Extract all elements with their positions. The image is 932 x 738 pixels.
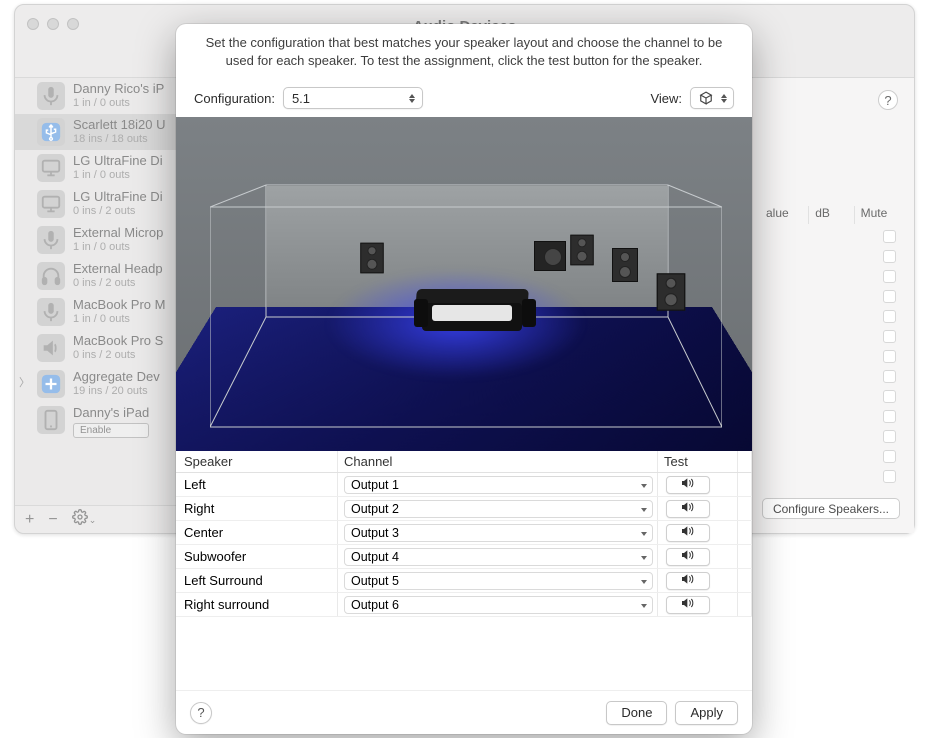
sound-icon [680, 597, 696, 612]
channel-value: Output 6 [351, 598, 399, 612]
speaker-name: Right surround [176, 593, 338, 616]
column-test: Test [658, 451, 738, 472]
speaker-layout-3d-view[interactable] [176, 117, 752, 451]
sound-icon [680, 501, 696, 516]
table-row: Right surround Output 6 [176, 593, 752, 617]
speaker-name: Subwoofer [176, 545, 338, 568]
channel-value: Output 1 [351, 478, 399, 492]
test-speaker-button[interactable] [666, 572, 710, 590]
configuration-label: Configuration: [194, 91, 275, 106]
view-select[interactable] [690, 87, 734, 109]
speaker-name: Left Surround [176, 569, 338, 592]
test-speaker-button[interactable] [666, 524, 710, 542]
table-row: Subwoofer Output 4 [176, 545, 752, 569]
channel-select[interactable]: Output 1 [344, 476, 653, 494]
subwoofer[interactable] [534, 241, 566, 271]
cube-icon [699, 91, 713, 105]
channel-select[interactable]: Output 4 [344, 548, 653, 566]
chevron-updown-icon [405, 90, 420, 106]
sheet-help-button[interactable]: ? [190, 702, 212, 724]
test-speaker-button[interactable] [666, 500, 710, 518]
test-speaker-button[interactable] [666, 548, 710, 566]
speaker-right-front[interactable] [612, 248, 638, 282]
channel-value: Output 2 [351, 502, 399, 516]
speaker-left-front[interactable] [360, 243, 383, 274]
configuration-value: 5.1 [292, 91, 310, 106]
channel-value: Output 3 [351, 526, 399, 540]
table-row: Left Surround Output 5 [176, 569, 752, 593]
view-label: View: [650, 91, 682, 106]
channel-select[interactable]: Output 2 [344, 500, 653, 518]
speaker-name: Left [176, 473, 338, 496]
apply-button[interactable]: Apply [675, 701, 738, 725]
test-speaker-button[interactable] [666, 476, 710, 494]
sound-icon [680, 477, 696, 492]
sound-icon [680, 573, 696, 588]
configuration-select[interactable]: 5.1 [283, 87, 423, 109]
speaker-right-surround[interactable] [657, 273, 686, 310]
speaker-channel-table: Speaker Channel Test Left Output 1 Right… [176, 451, 752, 690]
chevron-updown-icon [716, 90, 731, 106]
speaker-center[interactable] [570, 235, 593, 266]
done-button[interactable]: Done [606, 701, 667, 725]
sound-icon [680, 549, 696, 564]
table-row: Right Output 2 [176, 497, 752, 521]
channel-select[interactable]: Output 6 [344, 596, 653, 614]
speaker-name: Right [176, 497, 338, 520]
column-speaker: Speaker [176, 451, 338, 472]
sound-icon [680, 525, 696, 540]
listening-position-icon [416, 285, 532, 341]
configure-speakers-sheet: Set the configuration that best matches … [176, 24, 752, 734]
table-row: Center Output 3 [176, 521, 752, 545]
channel-value: Output 5 [351, 574, 399, 588]
test-speaker-button[interactable] [666, 596, 710, 614]
sheet-description: Set the configuration that best matches … [194, 34, 734, 69]
channel-select[interactable]: Output 5 [344, 572, 653, 590]
channel-select[interactable]: Output 3 [344, 524, 653, 542]
channel-value: Output 4 [351, 550, 399, 564]
column-channel: Channel [338, 451, 658, 472]
speaker-name: Center [176, 521, 338, 544]
table-row: Left Output 1 [176, 473, 752, 497]
